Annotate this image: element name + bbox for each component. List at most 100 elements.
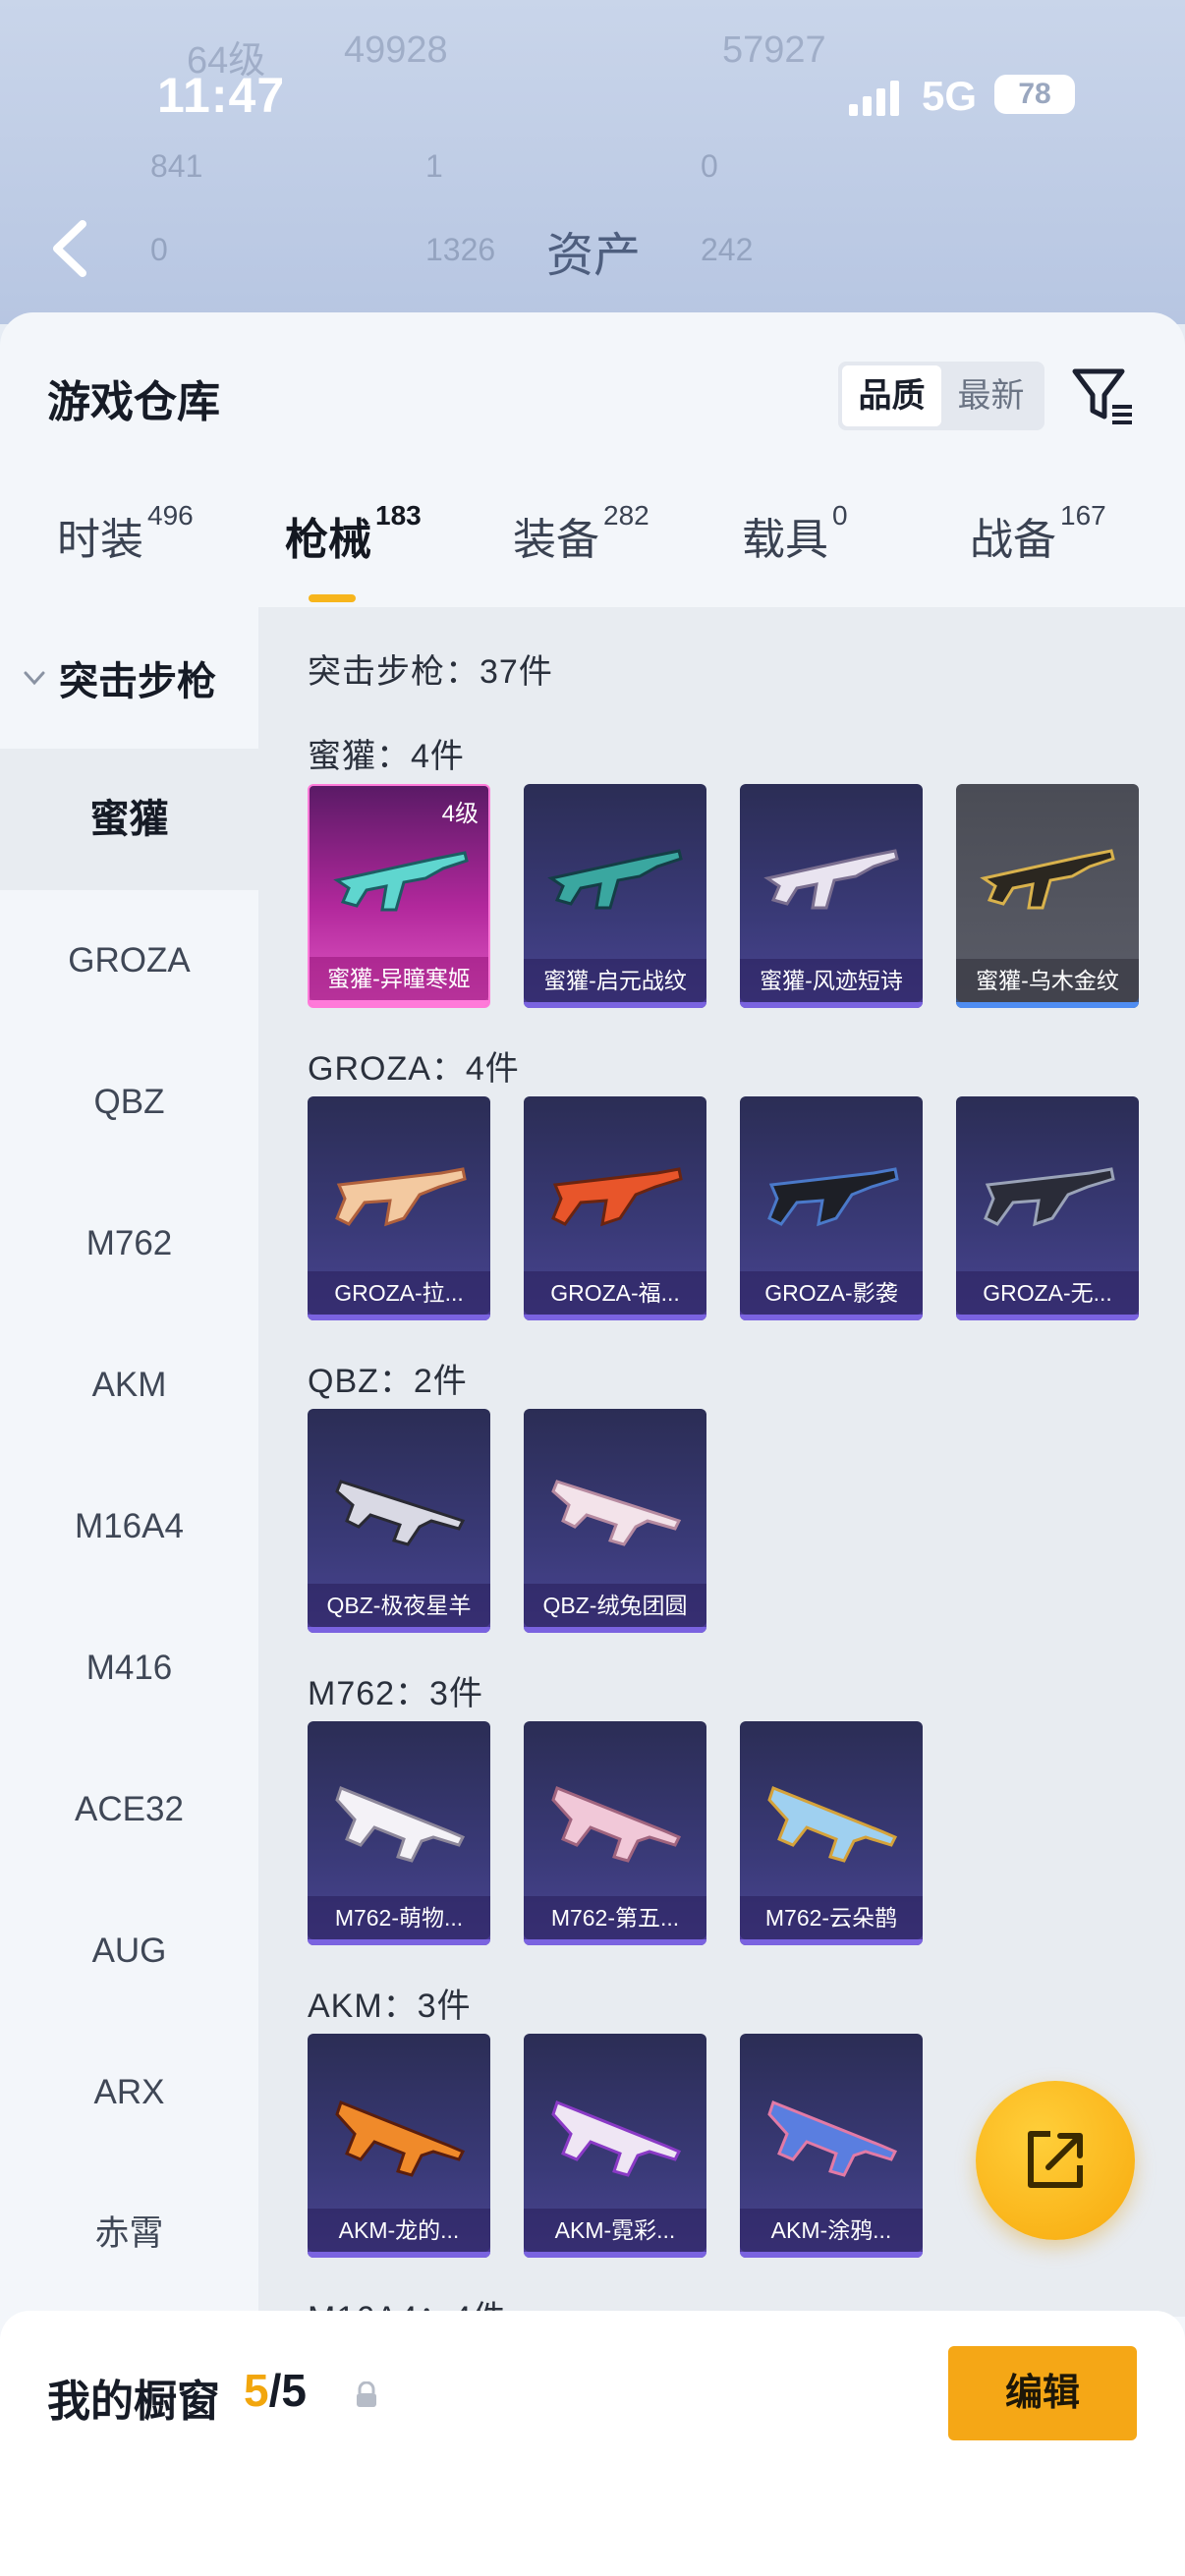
tab-count: 167	[1060, 500, 1106, 531]
back-arrow-icon[interactable]	[43, 214, 102, 283]
weapon-name: 蜜獾-启元战纹	[524, 959, 706, 1002]
sidebar-item-groza[interactable]: GROZA	[0, 890, 258, 1032]
weapon-name: 蜜獾-风迹短诗	[740, 959, 923, 1002]
section-header: 蜜獾：4件	[308, 738, 465, 775]
weapon-card[interactable]: GROZA-拉...	[308, 1096, 490, 1320]
status-time: 11:47	[157, 68, 286, 123]
weapon-card[interactable]: GROZA-影袭	[740, 1096, 923, 1320]
sidebar-item-honey-badger[interactable]: 蜜獾	[0, 749, 258, 890]
weapon-name: M762-萌物...	[308, 1896, 490, 1939]
cellular-signal-icon	[849, 81, 899, 116]
total-count-label: 突击步枪：37件	[308, 653, 553, 691]
lock-icon	[357, 2381, 376, 2407]
stat-value: 0	[150, 232, 168, 267]
rifle-icon	[980, 849, 1115, 910]
weapon-name: GROZA-福...	[524, 1271, 706, 1315]
rifle-icon	[547, 849, 683, 910]
sort-option-newest[interactable]: 最新	[941, 365, 1041, 426]
share-icon	[1028, 2131, 1083, 2188]
showcase-title: 我的橱窗	[47, 2378, 220, 2426]
weapon-card[interactable]: GROZA-无...	[956, 1096, 1139, 1320]
weapon-name: M762-第五...	[524, 1896, 706, 1939]
weapon-card[interactable]: M762-萌物...	[308, 1721, 490, 1945]
network-type: 5G	[922, 73, 978, 119]
background-asset-header: 64级 49928 57927 841 1 0 0 1326 242 资产	[0, 0, 1185, 324]
sidebar-item-arx[interactable]: ARX	[0, 2022, 258, 2163]
share-button[interactable]	[976, 2081, 1135, 2240]
sheet-title: 游戏仓库	[47, 378, 220, 426]
weapon-sidebar: 突击步枪 蜜獾 GROZA QBZ M762 AKM M16A4 M416 AC…	[0, 607, 258, 2317]
battery-indicator: 78	[994, 75, 1075, 114]
weapon-name: 蜜獾-乌木金纹	[956, 959, 1139, 1002]
sidebar-item-m762[interactable]: M762	[0, 1173, 258, 1315]
sidebar-item-ace32[interactable]: ACE32	[0, 1739, 258, 1880]
status-bar: 11:47 5G 78	[0, 59, 1185, 138]
rifle-icon	[767, 2100, 898, 2177]
rifle-icon	[333, 851, 469, 912]
weapon-name: AKM-涂鸦...	[740, 2209, 923, 2252]
weapon-name: QBZ-绒兔团圆	[524, 1584, 706, 1627]
sidebar-item-m16a4[interactable]: M16A4	[0, 1456, 258, 1597]
sort-option-quality[interactable]: 品质	[842, 365, 941, 426]
sidebar-item-m416[interactable]: M416	[0, 1597, 258, 1739]
page-title: 资产	[546, 230, 642, 282]
filter-icon[interactable]	[1069, 362, 1138, 430]
weapon-grid: 突击步枪：37件 蜜獾：4件 4级 蜜獾-异瞳寒姬 蜜獾-启元战纹 蜜獾-风迹短…	[258, 607, 1185, 2317]
tab-supplies[interactable]: 战备167	[970, 500, 1106, 602]
weapon-card[interactable]: GROZA-福...	[524, 1096, 706, 1320]
rifle-icon	[551, 1786, 682, 1863]
tab-label: 载具	[742, 516, 828, 564]
weapon-card[interactable]: M762-云朵鹊	[740, 1721, 923, 1945]
weapon-card[interactable]: QBZ-极夜星羊	[308, 1409, 490, 1633]
tab-label: 装备	[513, 516, 599, 564]
stat-value: 0	[701, 148, 718, 184]
section-header: GROZA：4件	[308, 1050, 520, 1088]
weapon-card[interactable]: AKM-霓彩...	[524, 2034, 706, 2258]
rifle-icon	[335, 1786, 466, 1863]
sidebar-item-chixiao[interactable]: 赤霄	[0, 2163, 258, 2305]
weapon-card[interactable]: AKM-涂鸦...	[740, 2034, 923, 2258]
rifle-icon	[551, 2100, 682, 2177]
sidebar-item-qbz[interactable]: QBZ	[0, 1032, 258, 1173]
rifle-icon	[767, 1786, 898, 1863]
weapon-card[interactable]: M762-第五...	[524, 1721, 706, 1945]
showcase-count: 5/5	[244, 2364, 307, 2417]
sidebar-category-label: 突击步枪	[59, 660, 216, 703]
tab-fashion[interactable]: 时装496	[57, 500, 194, 602]
section-header: M762：3件	[308, 1675, 483, 1712]
tab-count: 183	[375, 500, 422, 531]
tab-label: 枪械	[285, 516, 371, 564]
chevron-down-icon	[24, 671, 45, 686]
rifle-icon	[763, 849, 899, 910]
weapon-name: GROZA-拉...	[308, 1271, 490, 1315]
sidebar-item-aug[interactable]: AUG	[0, 1880, 258, 2022]
stat-value: 1	[425, 148, 443, 184]
active-tab-indicator	[309, 594, 356, 602]
rifle-icon	[767, 1167, 899, 1227]
sidebar-item-akm[interactable]: AKM	[0, 1315, 258, 1456]
tab-firearms[interactable]: 枪械183	[285, 500, 422, 602]
tab-vehicles[interactable]: 载具0	[742, 500, 848, 602]
weapon-name: GROZA-影袭	[740, 1271, 923, 1315]
rifle-icon	[551, 1480, 682, 1546]
showcase-separator: /	[268, 2365, 282, 2416]
weapon-card[interactable]: QBZ-绒兔团圆	[524, 1409, 706, 1633]
stat-value: 1326	[425, 232, 496, 267]
rifle-icon	[335, 1167, 467, 1227]
showcase-current: 5	[244, 2365, 269, 2416]
rifle-icon	[335, 1480, 466, 1546]
tab-equipment[interactable]: 装备282	[513, 500, 649, 602]
weapon-card[interactable]: 蜜獾-启元战纹	[524, 784, 706, 1008]
weapon-card[interactable]: 蜜獾-风迹短诗	[740, 784, 923, 1008]
weapon-name: M762-云朵鹊	[740, 1896, 923, 1939]
edit-button[interactable]: 编辑	[948, 2346, 1137, 2440]
rifle-icon	[551, 1167, 683, 1227]
section-header: AKM：3件	[308, 1988, 472, 2025]
showcase-bar: 我的橱窗 5/5 编辑	[0, 2311, 1185, 2576]
weapon-card[interactable]: AKM-龙的...	[308, 2034, 490, 2258]
weapon-card[interactable]: 4级 蜜獾-异瞳寒姬	[308, 784, 490, 1008]
weapon-card[interactable]: 蜜獾-乌木金纹	[956, 784, 1139, 1008]
weapon-name: GROZA-无...	[956, 1271, 1139, 1315]
sidebar-category-assault-rifle[interactable]: 突击步枪	[0, 607, 258, 749]
rifle-icon	[335, 2100, 466, 2177]
